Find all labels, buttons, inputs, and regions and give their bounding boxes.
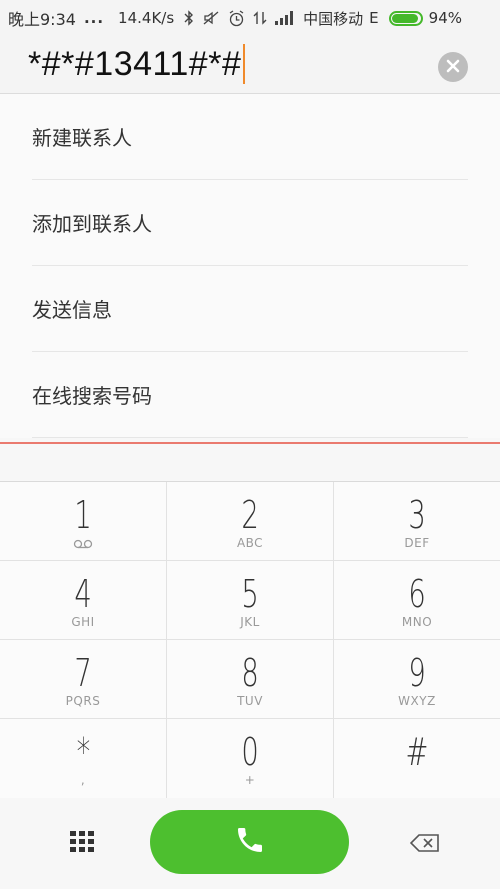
key-2[interactable]: 2 ABC — [167, 482, 334, 561]
voicemail-icon — [73, 536, 93, 552]
bluetooth-icon — [184, 10, 194, 26]
data-arrows-icon — [253, 10, 267, 26]
suggestion-label: 发送信息 — [32, 298, 112, 322]
key-3[interactable]: 3 DEF — [334, 482, 500, 561]
key-letters: , — [80, 773, 86, 787]
dial-keypad: 1 2 ABC 3 DEF 4 GHI 5 JKL 6 MNO 7 PQRS 8… — [0, 481, 500, 799]
status-speed: 14.4K/s — [118, 9, 175, 27]
backspace-icon — [409, 834, 440, 856]
dialpad-toggle-button[interactable] — [70, 831, 94, 857]
key-digit: 4 — [74, 572, 92, 616]
key-letters: PQRS — [65, 694, 101, 708]
key-6[interactable]: 6 MNO — [334, 561, 500, 640]
key-7[interactable]: 7 PQRS — [0, 640, 167, 719]
key-5[interactable]: 5 JKL — [167, 561, 334, 640]
suggestion-label: 新建联系人 — [32, 126, 132, 150]
suggestion-send-message[interactable]: 发送信息 — [32, 266, 468, 352]
key-digit: 8 — [241, 651, 259, 695]
suggestion-list: 新建联系人 添加到联系人 发送信息 在线搜索号码 — [0, 94, 500, 438]
clear-icon — [446, 58, 460, 77]
key-digit: # — [405, 730, 429, 774]
status-dots: ... — [83, 9, 105, 27]
key-letters: TUV — [237, 694, 263, 708]
alarm-icon — [228, 9, 245, 27]
status-icons — [184, 9, 295, 27]
text-caret — [243, 44, 246, 84]
key-8[interactable]: 8 TUV — [167, 640, 334, 719]
key-letters: JKL — [240, 615, 260, 629]
key-digit: * — [76, 730, 90, 774]
battery-percent: 94% — [428, 9, 462, 27]
suggestion-new-contact[interactable]: 新建联系人 — [32, 94, 468, 180]
dialed-number: *#*#13411#*# — [28, 44, 242, 83]
phone-icon — [234, 824, 266, 860]
status-network: E — [369, 9, 379, 27]
key-letters: ABC — [236, 536, 264, 550]
key-letters: + — [244, 773, 256, 787]
dial-input-row: *#*#13411#*# — [0, 36, 500, 94]
battery-fill — [391, 13, 418, 23]
clear-button[interactable] — [438, 52, 468, 82]
key-digit: 2 — [241, 493, 259, 537]
key-digit: 6 — [408, 572, 426, 616]
status-time: 晚上9:34 — [8, 10, 76, 29]
battery-icon — [388, 10, 423, 26]
mute-icon — [202, 10, 220, 26]
key-digit: 9 — [408, 651, 426, 695]
status-carrier: 中国移动 — [303, 9, 364, 28]
key-letters: MNO — [401, 615, 433, 629]
key-digit: 3 — [408, 493, 426, 537]
key-4[interactable]: 4 GHI — [0, 561, 167, 640]
key-1[interactable]: 1 — [0, 482, 167, 561]
key-digit: 1 — [74, 493, 92, 537]
dialpad-grid-icon — [70, 831, 94, 857]
key-digit: 7 — [74, 651, 92, 695]
backspace-button[interactable] — [409, 834, 440, 856]
suggestion-search-online[interactable]: 在线搜索号码 — [32, 352, 468, 438]
dialed-number-field[interactable]: *#*#13411#*# — [28, 44, 246, 84]
key-star[interactable]: * , — [0, 719, 167, 799]
signal-icon — [275, 11, 295, 25]
status-bar: 晚上9:34 ... 14.4K/s 中国移动 E 94% — [0, 0, 500, 36]
suggestion-add-to-contact[interactable]: 添加到联系人 — [32, 180, 468, 266]
key-letters: DEF — [404, 536, 430, 550]
key-hash[interactable]: # — [334, 719, 500, 799]
key-letters: GHI — [71, 615, 95, 629]
key-0[interactable]: 0 + — [167, 719, 334, 799]
key-digit: 0 — [241, 730, 259, 774]
bottom-bar — [0, 798, 500, 889]
key-digit: 5 — [241, 572, 259, 616]
key-9[interactable]: 9 WXYZ — [334, 640, 500, 719]
call-button[interactable] — [150, 810, 349, 874]
suggestion-label: 在线搜索号码 — [32, 384, 152, 408]
list-divider — [0, 442, 500, 444]
key-letters: WXYZ — [398, 694, 436, 708]
suggestion-label: 添加到联系人 — [32, 212, 152, 236]
